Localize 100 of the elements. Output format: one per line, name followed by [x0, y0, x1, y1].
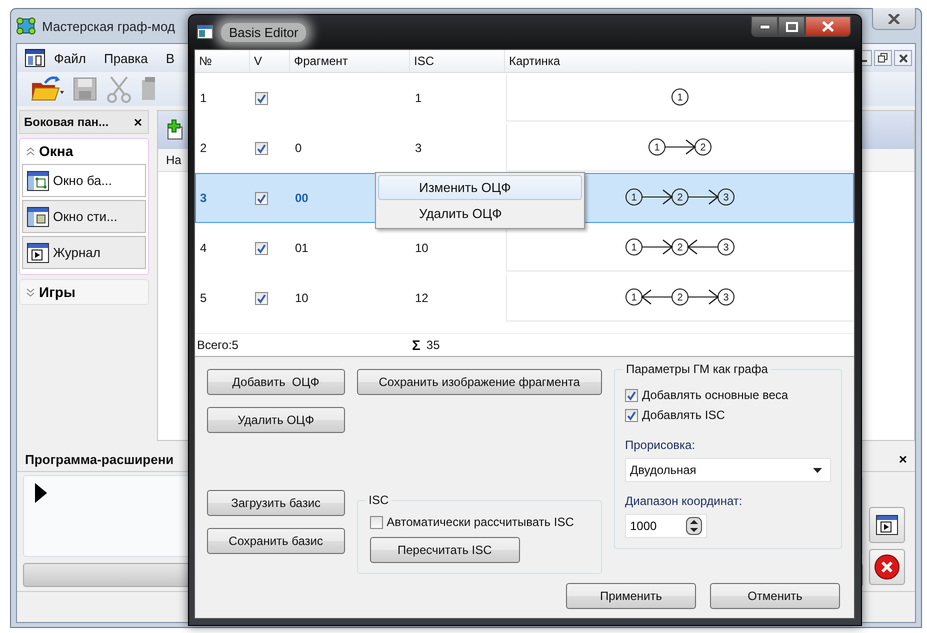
table-cell: 10: [415, 241, 428, 255]
close-button[interactable]: [805, 16, 851, 37]
checkbox[interactable]: [255, 242, 268, 254]
play-window-icon: [27, 242, 49, 262]
table-cell: 4: [200, 241, 207, 255]
spin-box[interactable]: 1000: [625, 514, 707, 538]
edge-arrow: [642, 239, 674, 255]
graph-node: 1: [626, 188, 642, 206]
save-button[interactable]: Сохранить базис: [207, 528, 345, 554]
edge-arrow: [642, 189, 674, 205]
menu-item[interactable]: Правка: [94, 50, 157, 66]
edge-arrow: [686, 239, 718, 255]
delete-button[interactable]: Удалить ОЦФ: [207, 407, 345, 433]
graph-node: 1: [672, 88, 688, 106]
checkbox-label[interactable]: Добавлять основные веса: [642, 388, 788, 402]
table-row[interactable]: 5 10 12 1 2 3: [195, 273, 854, 323]
checkbox[interactable]: [255, 92, 268, 104]
graph-node: 2: [672, 188, 688, 206]
play-icon[interactable]: [34, 482, 48, 504]
save-image-button[interactable]: Сохранить изображение фрагмента: [356, 369, 602, 395]
graph-node: 1: [626, 238, 642, 256]
play-window-icon: [876, 515, 898, 535]
column-header[interactable]: Картинка: [505, 50, 854, 72]
table-cell: 1: [415, 91, 422, 105]
minimize-button[interactable]: [751, 16, 778, 37]
menu-item[interactable]: Файл: [45, 50, 95, 66]
recalculate-button[interactable]: Пересчитать ISC: [370, 537, 520, 563]
cancel-button[interactable]: Отменить: [710, 583, 840, 609]
restore-icon: [878, 53, 888, 63]
checkbox[interactable]: [625, 388, 638, 402]
checkbox[interactable]: [255, 292, 268, 304]
log-button[interactable]: [869, 507, 905, 543]
window-icon: [27, 206, 49, 226]
open-folder-icon[interactable]: [31, 75, 65, 103]
total-count: Всего:5: [197, 338, 240, 352]
checkbox[interactable]: [370, 516, 383, 528]
stop-button[interactable]: [869, 549, 905, 585]
menu-item[interactable]: Изменить ОЦФ: [378, 175, 582, 200]
group-title: ISC: [366, 493, 392, 507]
sidebar-item[interactable]: Окно сти...: [22, 200, 146, 233]
table-cell: 0: [295, 141, 302, 155]
checkbox[interactable]: [255, 192, 268, 204]
graph-node: 3: [718, 288, 734, 306]
collapse-icon: [26, 146, 35, 156]
column-header[interactable]: ISC: [410, 50, 505, 72]
table-cell: 10: [295, 291, 308, 305]
spinner-arrows-icon[interactable]: [686, 517, 702, 535]
checkbox[interactable]: [255, 142, 268, 154]
column-header[interactable]: V: [250, 50, 290, 72]
add-button[interactable]: Добавить ОЦФ: [207, 369, 345, 395]
number-input[interactable]: 1000: [630, 519, 680, 533]
field-label: Диапазон координат:: [625, 494, 744, 508]
error-icon: [874, 554, 900, 580]
window-icon: [197, 25, 213, 39]
table-row[interactable]: 1 1 1: [195, 73, 854, 123]
edge-arrow: [664, 139, 696, 155]
dropdown[interactable]: Двудольная: [625, 458, 831, 482]
checkbox-label[interactable]: Автоматически рассчитывать ISC: [386, 515, 574, 529]
sidebar-item[interactable]: Окно ба...: [22, 164, 146, 197]
edge-arrow: [688, 289, 720, 305]
panel-title: Программа-расширени: [25, 452, 174, 466]
graph-node: 1: [648, 138, 666, 156]
graph-node: 2: [672, 288, 688, 306]
window-menu-icon: [25, 49, 45, 67]
checkbox[interactable]: [625, 408, 638, 422]
table-cell: 1: [200, 91, 207, 105]
table-icon: [27, 170, 49, 190]
close-button[interactable]: [894, 50, 912, 66]
maximize-button[interactable]: [778, 16, 805, 37]
maximize-icon: [786, 22, 798, 32]
close-button[interactable]: ×: [132, 114, 144, 130]
caret-icon: [813, 468, 822, 472]
sidebar-item[interactable]: Журнал: [22, 236, 146, 269]
section-header[interactable]: Игры: [22, 282, 80, 302]
apply-button[interactable]: Применить: [566, 583, 696, 609]
menu-item[interactable]: В: [156, 50, 184, 66]
close-button[interactable]: ×: [896, 451, 909, 467]
graph-node: 1: [626, 288, 642, 306]
table-cell: 00: [295, 191, 308, 205]
restore-button[interactable]: [874, 50, 892, 66]
table-cell: 3: [200, 191, 207, 205]
table-cell: 12: [415, 291, 428, 305]
graph-node: 2: [694, 138, 712, 156]
window-title: Мастерская граф-мод: [42, 18, 176, 34]
sidebar-title: Боковая пан...: [24, 115, 109, 129]
section-header[interactable]: Окна: [22, 141, 78, 161]
checkbox-label[interactable]: Добавлять ISC: [642, 408, 725, 422]
graph-node: 3: [718, 238, 734, 256]
expand-icon: [26, 288, 35, 296]
close-button[interactable]: [872, 8, 916, 30]
load-button[interactable]: Загрузить базис: [207, 490, 345, 516]
menu-item[interactable]: Удалить ОЦФ: [378, 201, 582, 226]
field-label: Прорисовка:: [625, 438, 696, 452]
table-cell: 5: [200, 291, 207, 305]
column-header[interactable]: На: [166, 153, 182, 167]
group-title: Параметры ГМ как графа: [623, 362, 771, 376]
minimize-icon: [760, 24, 770, 28]
sum-value: 35: [426, 338, 440, 352]
column-header[interactable]: Фрагмент: [290, 50, 410, 72]
column-header[interactable]: №: [195, 50, 250, 72]
